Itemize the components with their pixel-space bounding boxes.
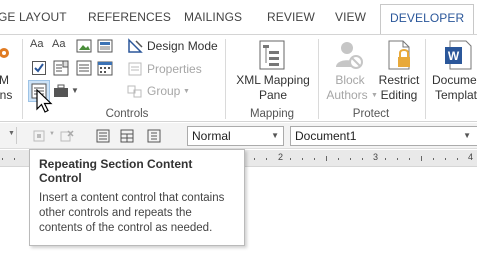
tab-review[interactable]: REVIEW [267,6,315,32]
document-combo-value: Document1 [295,129,357,143]
design-mode-button[interactable]: Design Mode [147,39,218,53]
chevron-down-icon[interactable]: ▼ [271,127,279,145]
legacy-tools-dropdown-icon[interactable]: ▼ [71,86,79,95]
style-combo[interactable]: Normal ▼ [187,126,284,146]
mouse-cursor-icon [36,89,53,113]
toolbar-align-icon[interactable] [96,129,110,143]
xml-mapping-pane-icon [259,40,285,70]
tab-mailings[interactable]: MAILINGS [184,6,242,32]
combo-box-content-control-icon[interactable] [53,60,69,76]
restrict-editing-label-line2[interactable]: Editing [372,88,426,103]
add-ins-label-line2: ins [0,88,13,102]
block-authors-icon [336,42,363,69]
quick-toolbar: ▼ ▼ Normal ▼ Document1 ▼ [0,123,477,149]
restrict-editing-label-line1[interactable]: Restrict [372,73,426,88]
xml-mapping-pane-label-line2[interactable]: Pane [228,88,318,103]
mapping-group-label: Mapping [249,108,295,120]
ribbon-tab-bar: GE LAYOUT REFERENCES MAILINGS REVIEW VIE… [0,0,477,35]
group-icon [127,85,142,98]
document-template-label-line1[interactable]: Docume [432,73,477,88]
tab-view[interactable]: VIEW [335,6,366,32]
svg-text:W: W [448,49,460,63]
tooltip: Repeating Section Content Control Insert… [29,149,245,246]
group-separator [22,39,23,119]
block-authors-label-line2[interactable]: Authors [322,88,372,103]
building-block-gallery-icon[interactable] [97,38,113,54]
group-dropdown-icon[interactable]: ▼ [183,88,190,95]
controls-group-label: Controls [105,108,149,120]
tooltip-body: Insert a content control that contains o… [39,192,225,234]
toolbar-table-icon[interactable] [120,129,134,143]
document-template-label-line2[interactable]: Templat [435,88,477,103]
group-button[interactable]: Group [147,84,180,98]
design-mode-icon [128,38,143,53]
restrict-editing-icon [388,40,410,70]
tab-page-layout[interactable]: GE LAYOUT [0,6,67,32]
rich-text-content-control-icon[interactable]: Aa [30,38,46,54]
toolbar-control-dropdown-icon[interactable]: ▼ [49,131,55,137]
properties-button[interactable]: Properties [147,62,202,76]
group-separator [425,39,426,119]
toolbar-grid-icon[interactable] [147,129,161,143]
date-picker-content-control-icon[interactable] [97,60,113,76]
document-combo[interactable]: Document1 ▼ [290,126,477,146]
protect-group-label: Protect [352,108,390,120]
properties-icon [128,62,142,76]
legacy-tools-icon[interactable] [53,83,69,99]
chevron-down-icon[interactable]: ▼ [463,127,471,145]
group-separator [318,39,319,119]
drop-down-list-content-control-icon[interactable] [76,60,92,76]
add-ins-label-line1: M [0,73,9,87]
plain-text-content-control-icon[interactable]: Aa [52,38,68,54]
tab-developer[interactable]: DEVELOPER [380,4,475,35]
picture-content-control-icon[interactable] [76,38,92,54]
tab-references[interactable]: REFERENCES [88,6,171,32]
ribbon-panel: M ins Aa Aa [0,34,477,122]
gear-icon [0,48,9,58]
tooltip-title: Repeating Section Content Control [39,157,193,185]
word-document-template-icon: W [445,40,472,70]
group-separator [225,39,226,119]
toolbar-dropdown-icon[interactable]: ▼ [8,130,15,137]
toolbar-control-icon[interactable] [32,129,46,143]
block-authors-label-line1[interactable]: Block [322,73,378,88]
xml-mapping-pane-label-line1[interactable]: XML Mapping [228,73,318,88]
style-combo-value: Normal [192,129,231,143]
toolbar-separator [16,127,17,144]
toolbar-delete-icon[interactable] [60,129,74,143]
check-box-content-control-icon[interactable] [31,60,47,76]
